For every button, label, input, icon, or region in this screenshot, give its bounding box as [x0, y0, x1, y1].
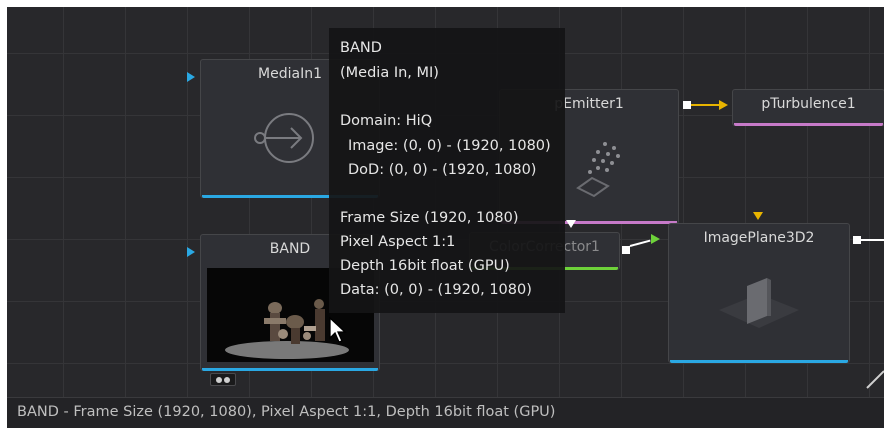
- tooltip-domain: Domain: HiQ: [340, 113, 433, 129]
- colorcorrector-output-port[interactable]: [622, 246, 630, 254]
- status-bar: BAND - Frame Size (1920, 1080), Pixel As…: [7, 397, 884, 428]
- imageplane-input-triangle[interactable]: [753, 212, 763, 220]
- node-underline: [202, 368, 378, 371]
- node-editor-canvas[interactable]: MediaIn1 pEmitter1 pTurbulence1 BAND Ima…: [7, 7, 884, 428]
- status-text: BAND - Frame Size (1920, 1080), Pixel As…: [17, 404, 556, 420]
- band-input-arrow[interactable]: [187, 247, 195, 257]
- wire-arrow: [651, 234, 660, 244]
- tooltip-frame-size: Frame Size (1920, 1080): [340, 210, 519, 226]
- imageplane-output-port[interactable]: [853, 236, 861, 244]
- tooltip-node-name: BAND: [340, 40, 382, 56]
- wire-imageplane-out: [861, 239, 884, 241]
- image-plane-icon: [719, 278, 799, 328]
- tooltip-data: Data: (0, 0) - (1920, 1080): [340, 282, 532, 298]
- node-pturbulence1[interactable]: pTurbulence1: [732, 89, 884, 126]
- wire-colorcorrector-imageplane: [629, 239, 651, 247]
- node-underline: [670, 360, 848, 363]
- tooltip-image: Image: (0, 0) - (1920, 1080): [348, 138, 551, 154]
- tooltip-depth: Depth 16bit float (GPU): [340, 258, 510, 274]
- node-underline: [734, 123, 883, 126]
- tooltip-dod: DoD: (0, 0) - (1920, 1080): [348, 162, 537, 178]
- mediain-input-arrow[interactable]: [187, 72, 195, 82]
- pemitter-output-triangle[interactable]: [566, 220, 576, 228]
- view-dot: [224, 377, 230, 383]
- pemitter-output-port[interactable]: [683, 101, 691, 109]
- node-title: pTurbulence1: [761, 96, 856, 112]
- particle-emitter-icon: [576, 142, 620, 198]
- band-view-indicator[interactable]: [210, 373, 236, 386]
- view-dot: [216, 377, 222, 383]
- wire-offscreen: [866, 370, 884, 389]
- tooltip-node-type: (Media In, MI): [340, 65, 439, 81]
- node-info-tooltip: BAND (Media In, MI) Domain: HiQ Image: (…: [329, 28, 565, 313]
- node-imageplane3d2[interactable]: ImagePlane3D2: [668, 223, 850, 363]
- node-title: ImagePlane3D2: [703, 230, 815, 246]
- wire-arrow: [719, 100, 728, 110]
- wire-pemitter-pturbulence: [691, 104, 721, 106]
- mouse-pointer-icon: [329, 317, 347, 343]
- tooltip-pixel-aspect: Pixel Aspect 1:1: [340, 234, 456, 250]
- media-in-icon: [254, 113, 314, 163]
